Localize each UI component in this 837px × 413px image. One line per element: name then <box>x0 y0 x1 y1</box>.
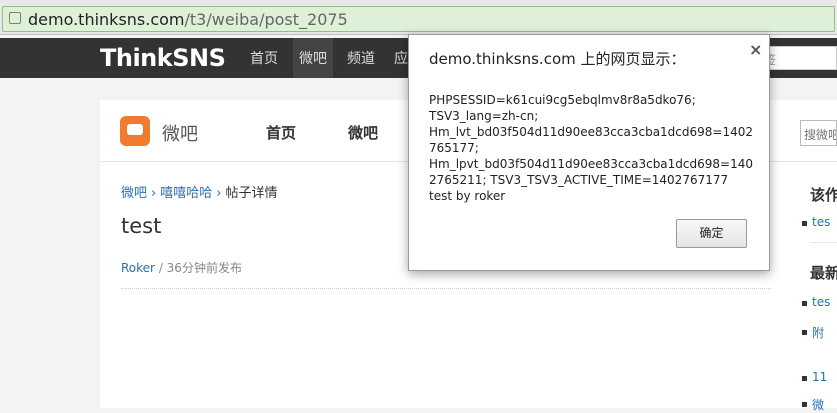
sidebar-heading-latest: 最新 <box>810 264 837 282</box>
nav-item-home[interactable]: 首页 <box>250 48 278 68</box>
weiba-title[interactable]: 微吧 <box>162 120 198 146</box>
post-time: / 36分钟前发布 <box>158 261 242 275</box>
sidebar-latest-item[interactable]: tes <box>801 295 830 309</box>
breadcrumb-separator: › <box>216 186 222 201</box>
url-text: demo.thinksns.com/t3/weiba/post_2075 <box>28 10 348 29</box>
dialog-message: PHPSESSID=k61cui9cg5ebqlmv8r8a5dko76; TS… <box>429 93 754 203</box>
breadcrumb-xixihaha[interactable]: 嘻嘻哈哈 <box>160 186 212 201</box>
post-author[interactable]: Roker <box>121 261 155 275</box>
sidebar-latest-item[interactable]: 11 <box>801 370 827 384</box>
sidebar-latest-item[interactable]: 附 <box>801 324 824 341</box>
sidebar-latest-item[interactable]: 微 <box>801 396 824 413</box>
nav-item-weiba[interactable]: 微吧 <box>293 38 333 78</box>
weiba-logo-icon <box>120 116 150 146</box>
page-icon <box>9 12 21 24</box>
breadcrumb: 微吧 › 嘻嘻哈哈 › 帖子详情 <box>121 182 277 201</box>
sidebar-author-post[interactable]: tes <box>801 215 830 229</box>
weiba-search-input[interactable]: 搜微吧 <box>800 120 837 146</box>
post-title: test <box>121 214 162 238</box>
dialog-title: demo.thinksns.com 上的网页显示： <box>429 50 686 68</box>
divider <box>121 288 771 289</box>
nav-item-channel[interactable]: 频道 <box>347 48 375 68</box>
right-sidebar: 该作 tes 最新 tes 附 11 微 <box>790 162 837 412</box>
breadcrumb-separator: › <box>151 186 157 201</box>
alert-dialog: demo.thinksns.com 上的网页显示： × PHPSESSID=k6… <box>408 34 770 271</box>
sidebar-heading-author: 该作 <box>810 186 837 204</box>
url-input[interactable]: demo.thinksns.com/t3/weiba/post_2075 <box>2 6 835 32</box>
url-host: demo.thinksns.com <box>28 10 185 29</box>
thinksns-logo[interactable]: ThinkSNS <box>100 44 226 72</box>
breadcrumb-weiba[interactable]: 微吧 <box>121 186 147 201</box>
breadcrumb-current: 帖子详情 <box>225 186 278 201</box>
url-path: /t3/weiba/post_2075 <box>184 10 348 29</box>
nav-item-app[interactable]: 应 <box>394 48 408 68</box>
header-nav-weiba[interactable]: 微吧 <box>348 122 378 143</box>
weiba-search-placeholder: 搜微吧 <box>804 128 837 142</box>
browser-address-bar: demo.thinksns.com/t3/weiba/post_2075 <box>0 0 837 35</box>
header-nav-home[interactable]: 首页 <box>266 122 296 143</box>
divider <box>810 242 837 243</box>
ok-button[interactable]: 确定 <box>676 219 747 248</box>
post-meta: Roker / 36分钟前发布 <box>121 259 242 276</box>
close-icon[interactable]: × <box>749 40 762 59</box>
